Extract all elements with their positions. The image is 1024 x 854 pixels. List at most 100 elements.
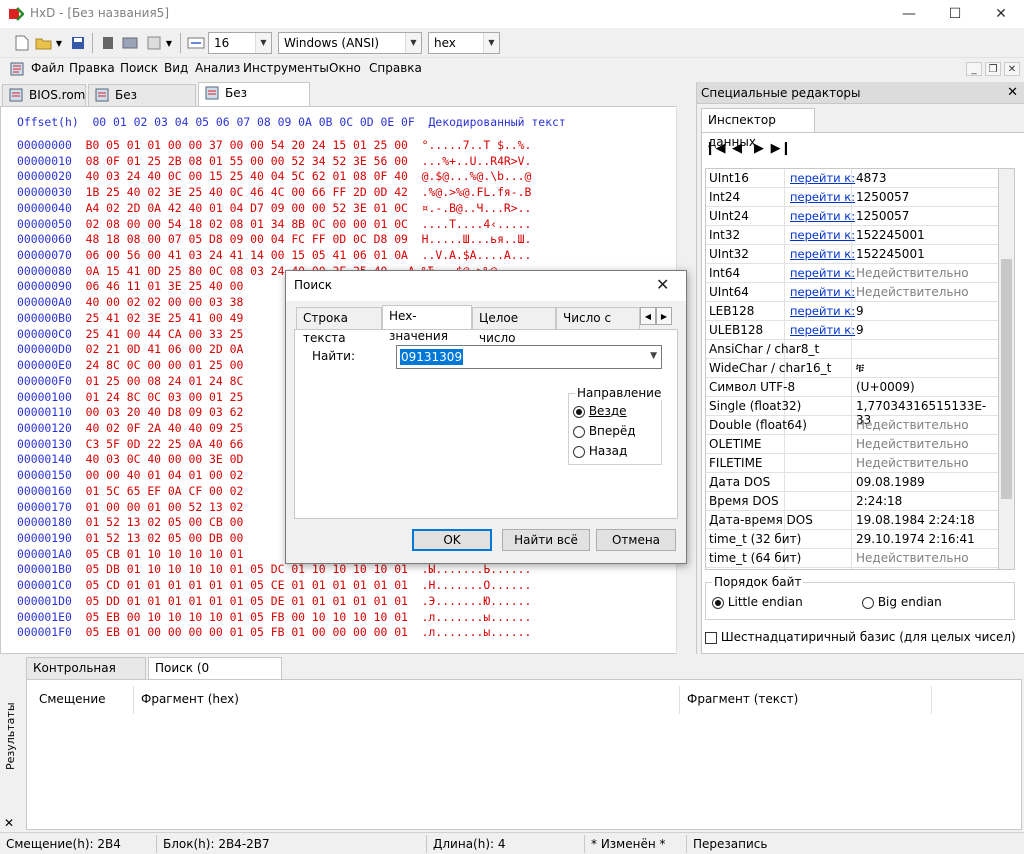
hex-row[interactable]: 000000E0 24 8C 0C 00 00 01 25 00	[17, 358, 257, 374]
direction-back-radio[interactable]: Назад	[573, 444, 627, 458]
row-text[interactable]: ...%+..U..R4R>V.	[422, 154, 532, 168]
goto-link[interactable]: перейти к:	[790, 323, 855, 337]
hex-row[interactable]: 000000B0 25 41 02 3E 25 41 00 49	[17, 311, 257, 327]
goto-link[interactable]: перейти к:	[790, 304, 855, 318]
column-offset[interactable]: Смещение	[39, 692, 106, 706]
hex-row[interactable]: 00000160 01 5C 65 EF 0A CF 00 02	[17, 484, 257, 500]
goto-link[interactable]: перейти к:	[790, 171, 855, 185]
first-icon[interactable]: ❙◀	[705, 140, 726, 156]
row-bytes[interactable]: 01 52 13 02 05 00 CB 00	[86, 515, 244, 529]
row-bytes[interactable]: 06 46 11 01 3E 25 40 00	[86, 279, 244, 293]
row-bytes[interactable]: 08 0F 01 25 2B 08 01 55 00 00 52 34 52 3…	[86, 154, 408, 168]
mdi-restore-button[interactable]: ❐	[985, 62, 1001, 76]
inspector-value[interactable]: 19.08.1984 2:24:18	[856, 513, 975, 527]
tab-data-inspector[interactable]: Инспектор данных	[701, 108, 815, 149]
inspector-value[interactable]: 9	[856, 304, 864, 318]
close-icon[interactable]: ✕	[1007, 85, 1018, 100]
row-text[interactable]: .л.......ы......	[422, 610, 532, 624]
row-bytes[interactable]: 01 25 00 08 24 01 24 8C	[86, 374, 244, 388]
row-text[interactable]: .%@.>%@.FL.fя-.B	[422, 185, 532, 199]
row-bytes[interactable]: 40 02 0F 2A 40 40 09 25	[86, 421, 244, 435]
inspector-value[interactable]: 09.08.1989	[856, 475, 925, 489]
column-fragment-hex[interactable]: Фрагмент (hex)	[141, 692, 239, 706]
save-icon[interactable]	[68, 33, 88, 53]
tab-integer[interactable]: Целое число	[472, 307, 556, 345]
next-icon[interactable]: ▶	[751, 140, 767, 156]
hex-row[interactable]: 000000A0 40 00 02 02 00 00 03 38	[17, 295, 257, 311]
hex-row[interactable]: 00000090 06 46 11 01 3E 25 40 00	[17, 279, 257, 295]
row-text[interactable]: @.$@...%@.\b...@	[422, 169, 532, 183]
close-doc-icon[interactable]	[98, 33, 118, 53]
close-icon[interactable]: ✕	[4, 816, 14, 830]
inspector-row[interactable]: GUIDНедействительно	[706, 568, 998, 569]
row-bytes[interactable]: B0 05 01 01 00 00 37 00 00 54 20 24 15 0…	[86, 138, 408, 152]
prev-icon[interactable]: ◀	[729, 140, 745, 156]
hex-row[interactable]: 000001E0 05 EB 00 10 10 10 10 01 05 FB 0…	[17, 610, 531, 626]
hex-row[interactable]: 00000130 C3 5F 0D 22 25 0A 40 66	[17, 437, 257, 453]
tab-text-string[interactable]: Строка текста	[296, 307, 382, 345]
tab-scroll-left-icon[interactable]: ◀	[640, 307, 656, 325]
inspector-value[interactable]: (U+0009)	[856, 380, 915, 394]
goto-link[interactable]: перейти к:	[790, 190, 855, 204]
inspector-row[interactable]: Int32 перейти к: 152245001	[706, 226, 998, 245]
hex-row[interactable]: 00000190 01 52 13 02 05 00 DB 00	[17, 531, 257, 547]
properties-icon[interactable]	[120, 33, 140, 53]
hex-row[interactable]: 000000F0 01 25 00 08 24 01 24 8C	[17, 374, 257, 390]
row-bytes[interactable]: 40 03 24 40 0C 00 15 25 40 04 5C 62 01 0…	[86, 169, 408, 183]
hex-row[interactable]: 000000D0 02 21 0D 41 06 00 2D 0A	[17, 342, 257, 358]
hex-row[interactable]: 000001A0 05 CB 01 10 10 10 10 01	[17, 547, 257, 563]
row-bytes[interactable]: 06 00 56 00 41 03 24 41 14 00 15 05 41 0…	[86, 248, 408, 262]
row-text[interactable]: .Ы.......Ь......	[422, 562, 532, 576]
menu-view[interactable]: Вид	[164, 61, 188, 75]
search-results-list[interactable]: Смещение Фрагмент (hex) Фрагмент (текст)	[26, 679, 1022, 830]
hex-row[interactable]: 00000070 06 00 56 00 41 03 24 41 14 00 1…	[17, 248, 531, 264]
find-all-button[interactable]: Найти всё	[502, 529, 590, 551]
hex-row[interactable]: 00000120 40 02 0F 2A 40 40 09 25	[17, 421, 257, 437]
chevron-down-icon[interactable]: ▼	[650, 351, 657, 361]
hex-row[interactable]: 00000150 00 00 40 01 04 01 00 02	[17, 468, 257, 484]
row-bytes[interactable]: 48 18 08 00 07 05 D8 09 00 04 FC FF 0D 0…	[86, 232, 408, 246]
scrollbar-thumb[interactable]	[1001, 259, 1012, 499]
charset-select[interactable]: Windows (ANSI) ▼	[278, 32, 422, 54]
inspector-value[interactable]: ቹ	[856, 361, 864, 376]
tab-hex-values[interactable]: Hex-значения	[382, 305, 472, 343]
row-bytes[interactable]: 05 EB 00 10 10 10 10 01 05 FB 00 10 10 1…	[86, 610, 408, 624]
ok-button[interactable]: OK	[412, 529, 492, 551]
row-bytes[interactable]: 40 00 02 02 00 00 03 38	[86, 295, 244, 309]
row-bytes[interactable]: 05 CD 01 01 01 01 01 01 05 CE 01 01 01 0…	[86, 578, 408, 592]
tab-untitled4[interactable]: Без названия4	[88, 84, 196, 122]
big-endian-radio[interactable]: Big endian	[862, 595, 942, 609]
goto-link[interactable]: перейти к:	[790, 247, 855, 261]
inspector-value[interactable]: Недействительно	[856, 437, 969, 451]
inspector-row[interactable]: Время DOS 2:24:18	[706, 492, 998, 511]
row-bytes[interactable]: 1B 25 40 02 3E 25 40 0C 46 4C 00 66 FF 2…	[86, 185, 408, 199]
open-folder-icon[interactable]	[34, 33, 54, 53]
row-text[interactable]: ¤.-.B@..Ч...R>..	[422, 201, 532, 215]
tab-checksum[interactable]: Контрольная сумма	[26, 657, 146, 695]
inspector-row[interactable]: UInt64 перейти к: Недействительно	[706, 283, 998, 302]
row-text[interactable]: ..V.A.$A....A...	[422, 248, 532, 262]
inspector-value[interactable]: 29.10.1974 2:16:41	[856, 532, 975, 546]
find-input[interactable]: 09131309 ▼	[396, 345, 662, 369]
hex-row[interactable]: 00000030 1B 25 40 02 3E 25 40 0C 46 4C 0…	[17, 185, 531, 201]
hex-row[interactable]: 000000C0 25 41 00 44 CA 00 33 25	[17, 327, 257, 343]
goto-link[interactable]: перейти к:	[790, 266, 855, 280]
row-text[interactable]: ....T....4‹.....	[422, 217, 532, 231]
goto-link[interactable]: перейти к:	[790, 228, 855, 242]
hex-row[interactable]: 00000180 01 52 13 02 05 00 CB 00	[17, 515, 257, 531]
hex-row[interactable]: 00000020 40 03 24 40 0C 00 15 25 40 04 5…	[17, 169, 531, 185]
inspector-row[interactable]: UInt16 перейти к: 4873	[706, 169, 998, 188]
inspector-value[interactable]: Недействительно	[856, 551, 969, 565]
menu-search[interactable]: Поиск	[120, 61, 158, 75]
inspector-row[interactable]: UInt24 перейти к: 1250057	[706, 207, 998, 226]
row-bytes[interactable]: 01 24 8C 0C 03 00 01 25	[86, 390, 244, 404]
row-bytes[interactable]: 01 00 00 01 00 52 13 02	[86, 500, 244, 514]
row-bytes[interactable]: 40 03 0C 40 00 00 3E 0D	[86, 452, 244, 466]
print-dropdown-icon[interactable]: ▼	[164, 33, 174, 53]
inspector-row[interactable]: UInt32 перейти к: 152245001	[706, 245, 998, 264]
inspector-row[interactable]: WideChar / char16_t ቹ	[706, 359, 998, 378]
menu-tools[interactable]: Инструменты	[243, 61, 329, 75]
little-endian-radio[interactable]: Little endian	[712, 595, 803, 609]
hex-row[interactable]: 00000010 08 0F 01 25 2B 08 01 55 00 00 5…	[17, 154, 531, 170]
inspector-value[interactable]: 152245001	[856, 247, 925, 261]
